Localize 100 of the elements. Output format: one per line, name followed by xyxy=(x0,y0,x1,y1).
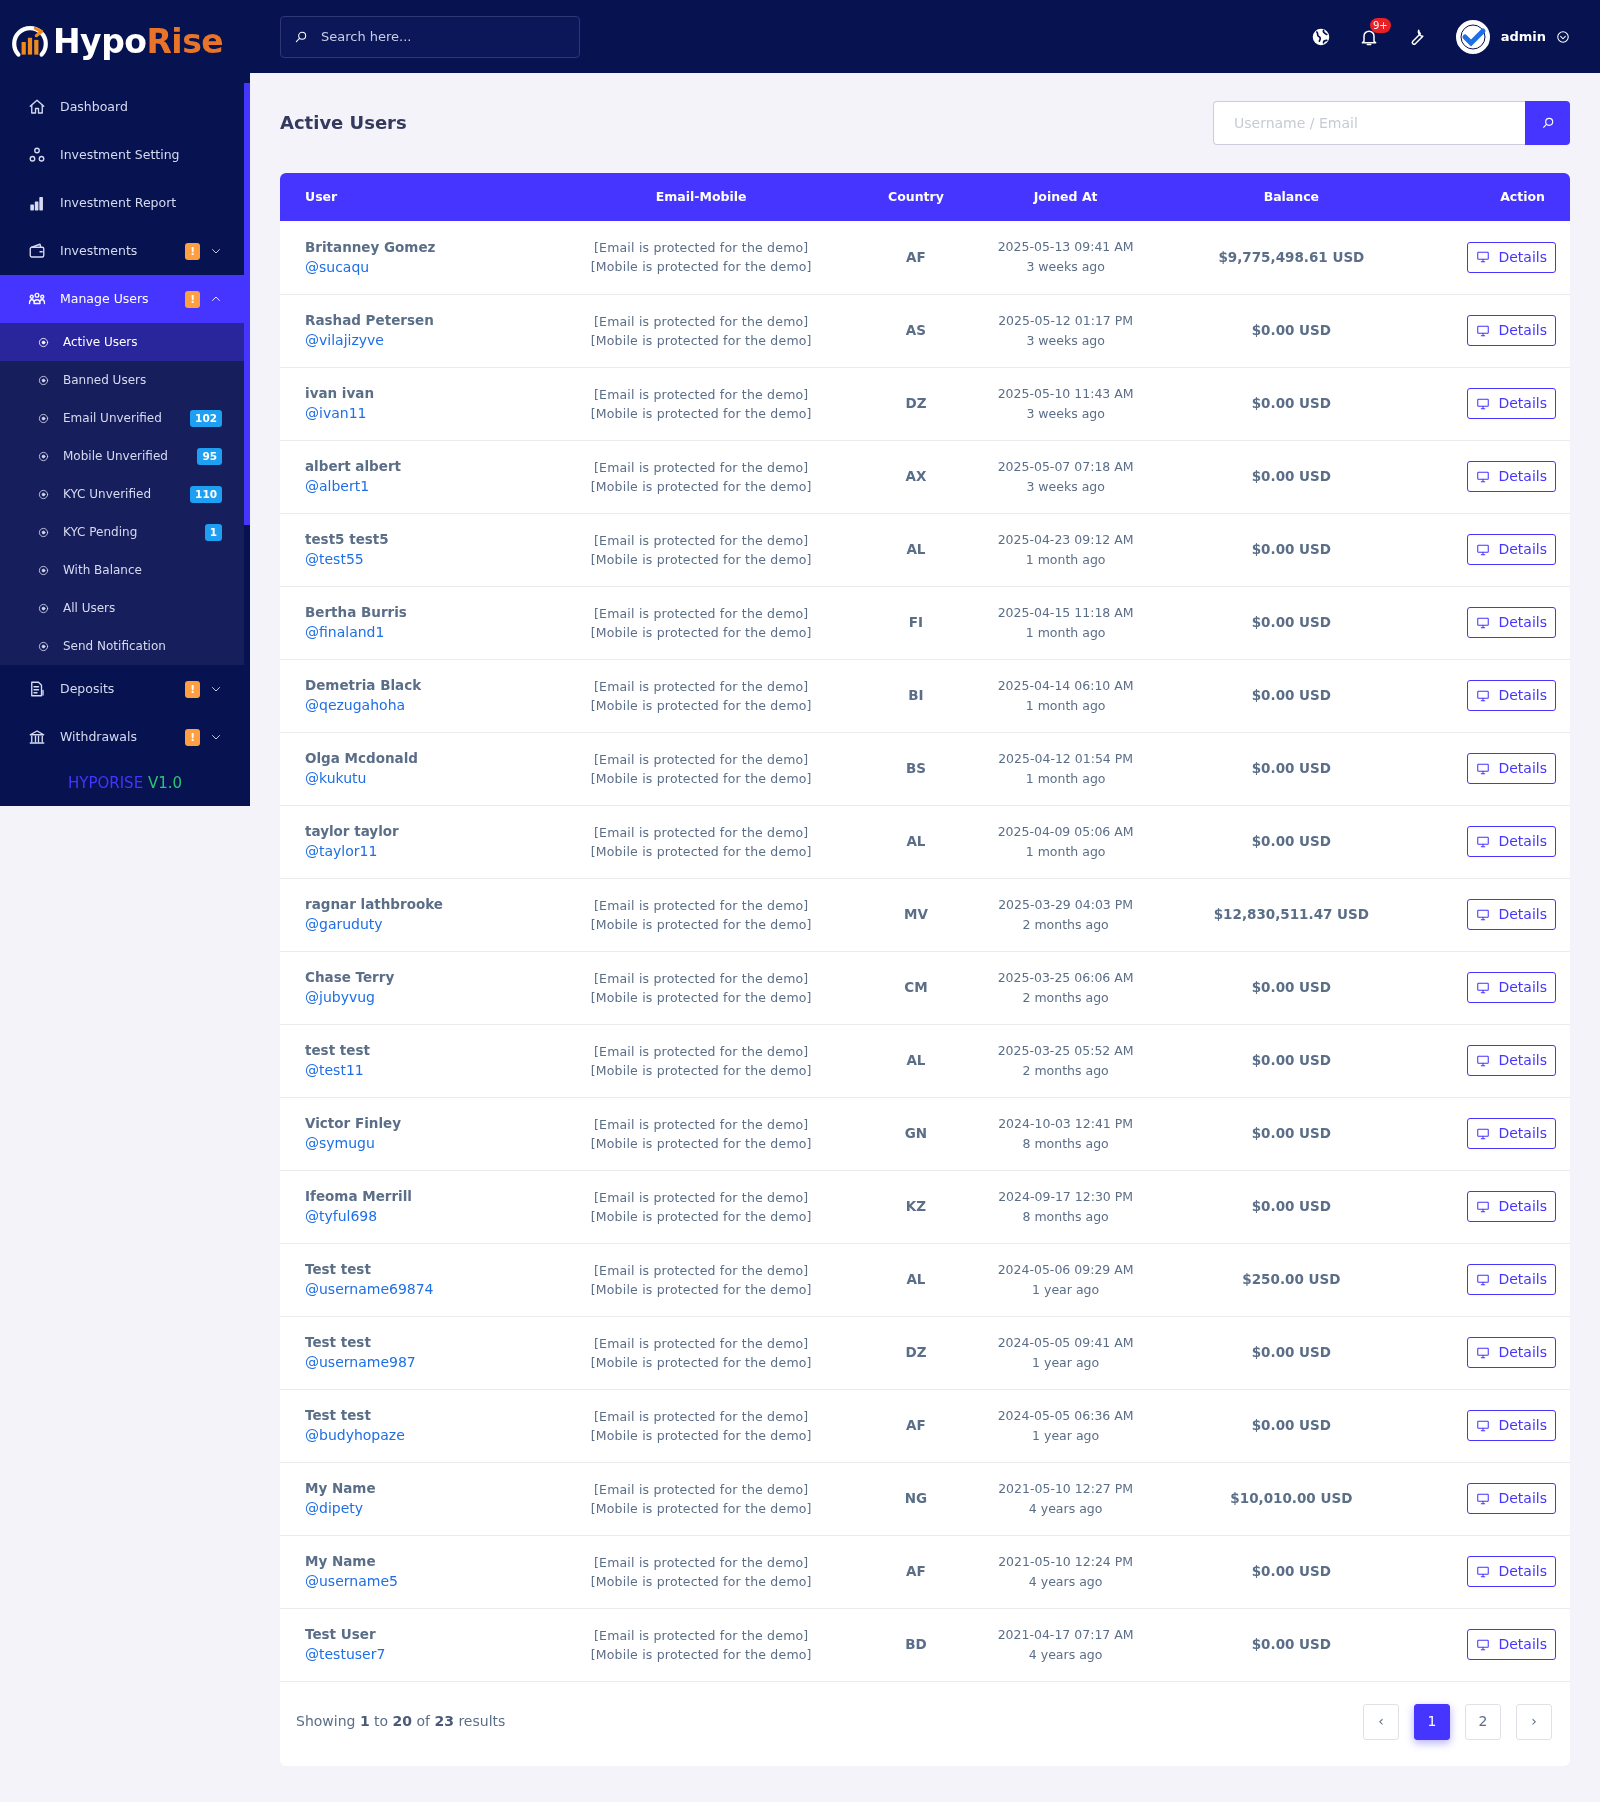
user-name: My Name xyxy=(305,1478,377,1498)
count-badge: 110 xyxy=(190,485,222,503)
country-code: NG xyxy=(904,1490,928,1507)
details-button[interactable]: Details xyxy=(1467,1556,1556,1587)
username-link[interactable]: @test55 xyxy=(305,551,364,568)
joined-ago: 8 months ago xyxy=(1021,1134,1110,1153)
submenu-item[interactable]: Active Users xyxy=(0,323,244,361)
user-name: Victor Finley xyxy=(305,1113,402,1133)
user-name[interactable]: admin xyxy=(1500,26,1546,47)
details-button[interactable]: Details xyxy=(1467,461,1556,492)
avatar-icon[interactable] xyxy=(1454,18,1491,55)
monitor-icon xyxy=(1476,1053,1491,1068)
sidebar-item[interactable]: Investment Setting xyxy=(0,131,244,179)
mobile-text: [Mobile is protected for the demo] xyxy=(589,1061,813,1080)
page-button[interactable]: 2 xyxy=(1465,1703,1501,1740)
username-link[interactable]: @garuduty xyxy=(305,916,383,933)
email-text: [Email is protected for the demo] xyxy=(592,531,810,550)
details-button[interactable]: Details xyxy=(1467,241,1556,273)
joined-date: 2025-04-23 09:12 AM xyxy=(996,530,1135,549)
sidebar-item[interactable]: Investments ! xyxy=(0,227,244,275)
sidebar-item[interactable]: Deposits ! xyxy=(0,665,244,713)
submenu-item[interactable]: With Balance xyxy=(0,551,244,589)
page-title: Active Users xyxy=(280,112,407,134)
submenu-item[interactable]: All Users xyxy=(0,589,244,627)
results-summary: Showing 1 to 20 of 23 results xyxy=(296,1712,506,1731)
notification-badge: 9+ xyxy=(1369,18,1391,34)
search-field[interactable]: Search here... xyxy=(280,15,580,58)
submenu-item[interactable]: KYC Pending 1 xyxy=(0,513,244,551)
details-button[interactable]: Details xyxy=(1467,972,1556,1003)
username-link[interactable]: @username5 xyxy=(305,1573,398,1590)
details-button[interactable]: Details xyxy=(1467,1410,1556,1441)
details-button[interactable]: Details xyxy=(1467,1337,1556,1368)
submenu-item[interactable]: Send Notification xyxy=(0,627,244,665)
username-link[interactable]: @qezugahoha xyxy=(305,697,406,714)
mobile-text: [Mobile is protected for the demo] xyxy=(589,1134,813,1153)
details-button[interactable]: Details xyxy=(1467,607,1556,638)
joined-ago: 1 month ago xyxy=(1024,696,1107,715)
submenu-item[interactable]: KYC Unverified 110 xyxy=(0,475,244,513)
scrollbar[interactable] xyxy=(244,83,250,525)
monitor-icon xyxy=(1476,1418,1491,1433)
username-link[interactable]: @ivan11 xyxy=(305,405,367,422)
sidebar-item[interactable]: Investment Report xyxy=(0,179,244,227)
username-link[interactable]: @symugu xyxy=(305,1135,375,1152)
details-button[interactable]: Details xyxy=(1467,826,1556,857)
username-link[interactable]: @test11 xyxy=(305,1062,364,1079)
sidebar-item[interactable]: Withdrawals ! xyxy=(0,713,244,761)
email-text: [Email is protected for the demo] xyxy=(592,239,810,258)
details-button[interactable]: Details xyxy=(1467,1118,1556,1149)
username-link[interactable]: @tyful698 xyxy=(305,1208,378,1225)
next-page-button[interactable]: › xyxy=(1516,1703,1552,1740)
details-button[interactable]: Details xyxy=(1467,315,1556,346)
email-text: [Email is protected for the demo] xyxy=(592,823,810,842)
details-button[interactable]: Details xyxy=(1467,680,1556,711)
monitor-icon xyxy=(1476,1637,1491,1652)
submenu-item[interactable]: Email Unverified 102 xyxy=(0,399,244,437)
username-link[interactable]: @username69874 xyxy=(305,1281,434,1298)
details-button[interactable]: Details xyxy=(1467,1191,1556,1222)
username-link[interactable]: @username987 xyxy=(305,1354,416,1371)
username-link[interactable]: @taylor11 xyxy=(305,843,378,860)
mobile-text: [Mobile is protected for the demo] xyxy=(589,1426,813,1445)
previous-page-button[interactable]: ‹ xyxy=(1363,1703,1399,1740)
joined-date: 2025-05-10 11:43 AM xyxy=(996,384,1135,403)
joined-ago: 4 years ago xyxy=(1027,1645,1104,1664)
username-link[interactable]: @finaland1 xyxy=(305,624,385,641)
search-button[interactable] xyxy=(1525,101,1570,145)
details-button[interactable]: Details xyxy=(1467,534,1556,565)
username-link[interactable]: @testuser7 xyxy=(305,1646,386,1663)
country-code: AL xyxy=(906,833,926,850)
circle-dot-icon xyxy=(38,412,49,424)
username-link[interactable]: @vilajizyve xyxy=(305,332,384,349)
submenu-item[interactable]: Banned Users xyxy=(0,361,244,399)
details-button[interactable]: Details xyxy=(1467,1629,1556,1660)
details-button[interactable]: Details xyxy=(1467,1264,1556,1295)
monitor-icon xyxy=(1476,615,1491,630)
username-link[interactable]: @sucaqu xyxy=(305,258,370,275)
username-link[interactable]: @kukutu xyxy=(305,770,367,787)
username-link[interactable]: @jubyvug xyxy=(305,989,375,1006)
mobile-text: [Mobile is protected for the demo] xyxy=(589,1572,813,1591)
details-button[interactable]: Details xyxy=(1467,1045,1556,1076)
count-badge: 95 xyxy=(197,447,222,465)
email-text: [Email is protected for the demo] xyxy=(592,896,810,915)
submenu-item[interactable]: Mobile Unverified 95 xyxy=(0,437,244,475)
username-link[interactable]: @budyhopaze xyxy=(305,1427,405,1444)
count-badge: 102 xyxy=(190,409,222,427)
user-name: Demetria Black xyxy=(305,675,423,695)
page-button[interactable]: 1 xyxy=(1414,1703,1450,1740)
details-button[interactable]: Details xyxy=(1467,753,1556,784)
circle-dot-icon xyxy=(38,602,49,614)
circle-dot-icon xyxy=(38,640,49,652)
username-link[interactable]: @albert1 xyxy=(305,478,370,495)
username-link[interactable]: @dipety xyxy=(305,1500,364,1517)
chevron-down-icon xyxy=(1556,29,1570,44)
details-button[interactable]: Details xyxy=(1467,388,1556,419)
sidebar-item[interactable]: Dashboard xyxy=(0,83,244,131)
sidebar-item[interactable]: Manage Users ! xyxy=(0,275,244,323)
count-badge: ! xyxy=(185,290,200,308)
details-button[interactable]: Details xyxy=(1467,899,1556,930)
mobile-text: [Mobile is protected for the demo] xyxy=(589,1645,813,1664)
user-name: Test User xyxy=(305,1624,377,1644)
details-button[interactable]: Details xyxy=(1467,1483,1556,1514)
